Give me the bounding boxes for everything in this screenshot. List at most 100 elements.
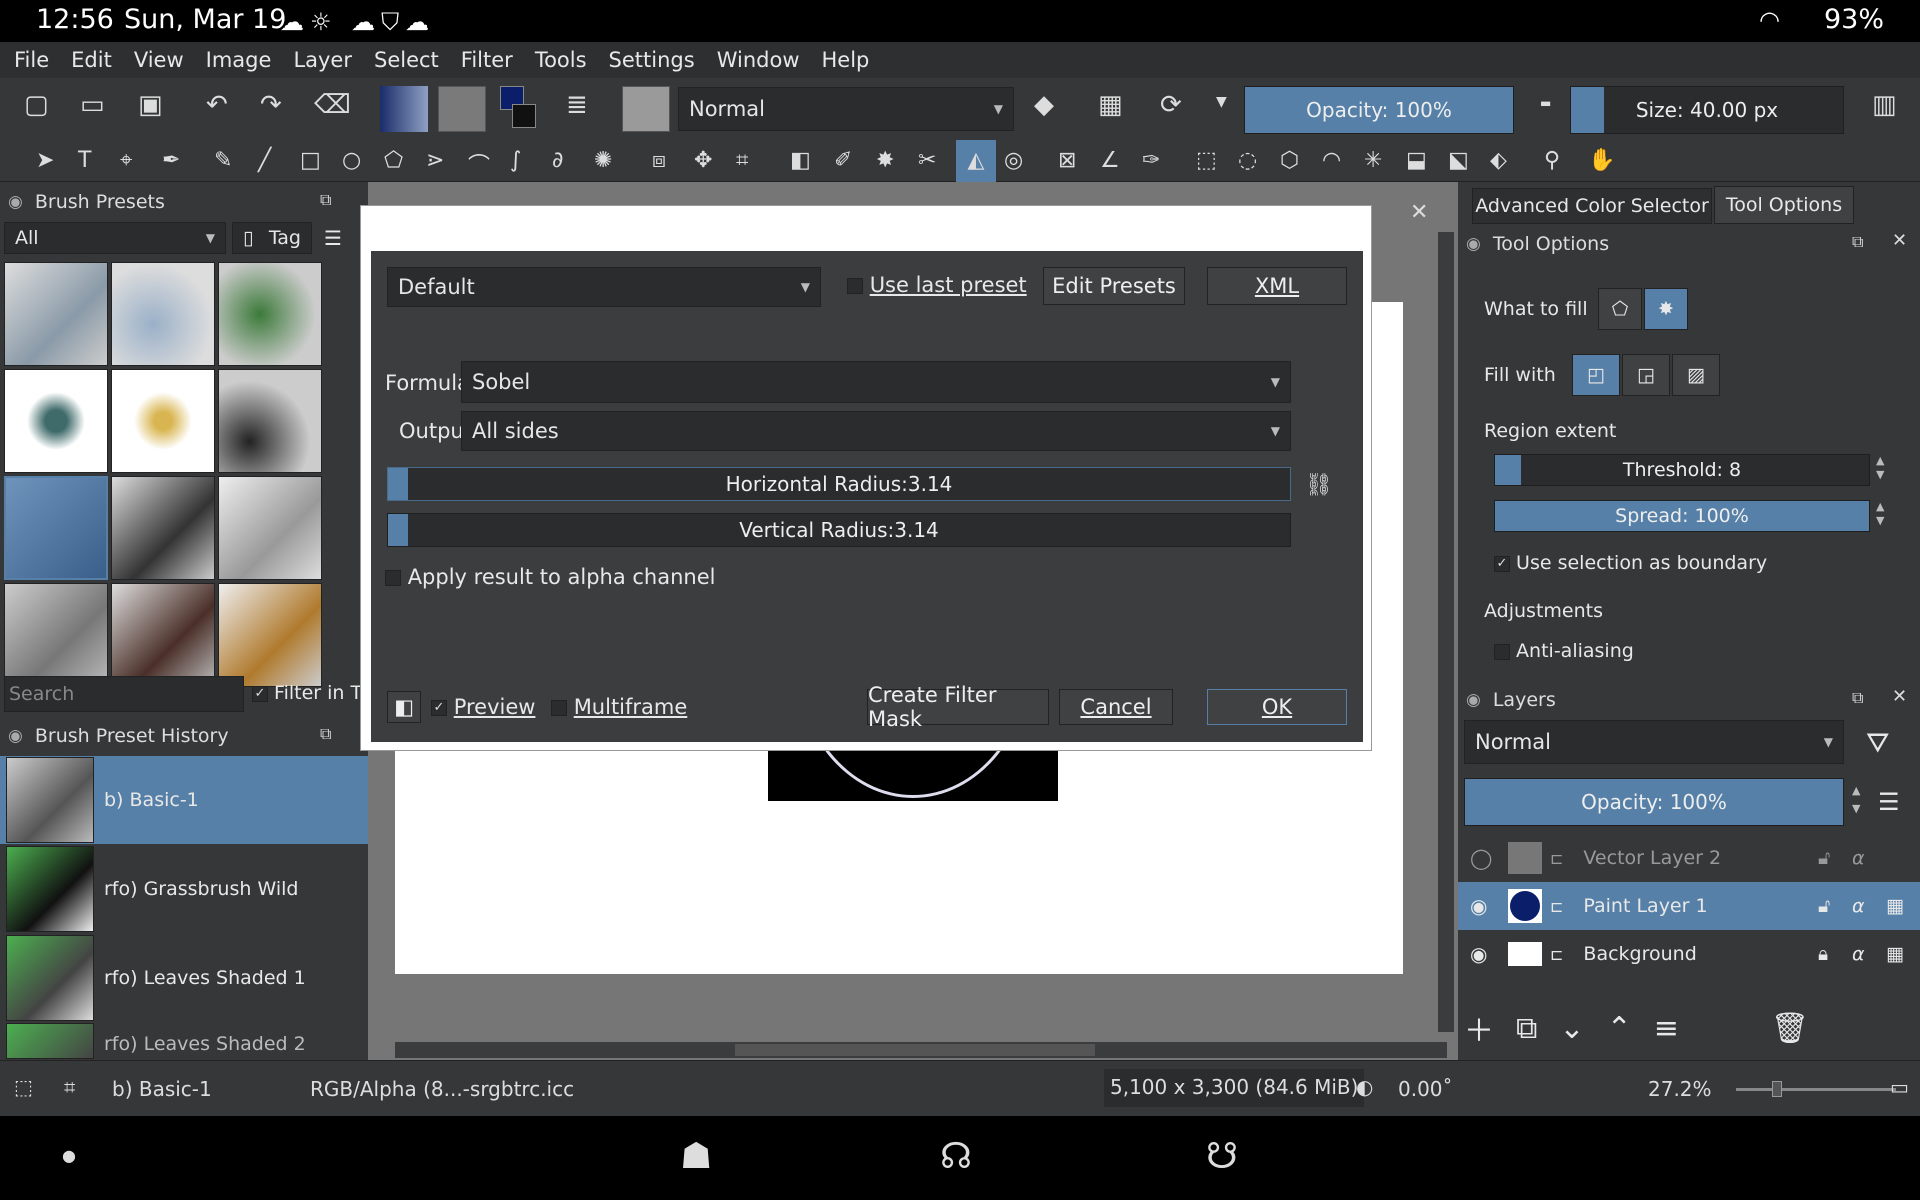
menu-icon[interactable]: ☰ xyxy=(1878,788,1900,816)
similar-select-icon[interactable]: ⬓ xyxy=(1406,148,1427,173)
preset-thumb-3[interactable] xyxy=(218,262,322,366)
cat-icon[interactable]: ☊ xyxy=(940,1136,972,1177)
layer-name[interactable]: Vector Layer 2 xyxy=(1583,847,1721,869)
add-layer-icon[interactable]: ＋ xyxy=(1464,1006,1494,1050)
preset-thumb-9[interactable] xyxy=(218,476,322,580)
fill-contiguous-button[interactable]: ✸ xyxy=(1644,288,1688,330)
menu-view[interactable]: View xyxy=(134,48,184,72)
output-select[interactable]: All sides ▼ xyxy=(461,411,1291,451)
history-item[interactable]: b) Basic-1 xyxy=(0,756,368,844)
float-icon[interactable]: ⧉ xyxy=(1852,232,1863,252)
preset-thumb-4[interactable] xyxy=(4,369,108,473)
polygon-select-icon[interactable]: ⬡ xyxy=(1280,148,1299,173)
preset-thumb-8[interactable] xyxy=(111,476,215,580)
preset-thumb-5[interactable] xyxy=(111,369,215,473)
layer-row[interactable]: ◯ ⊏ Vector Layer 2 🔓︎ α xyxy=(1458,834,1920,882)
colorize-mask-icon[interactable]: ✸ xyxy=(876,148,894,173)
freehand-brush-icon[interactable]: ✎ xyxy=(214,148,232,173)
move-down-icon[interactable]: ⌄ xyxy=(1559,1011,1584,1046)
dot-icon[interactable]: ● xyxy=(62,1146,76,1165)
zoom-tool-icon[interactable]: ⚲ xyxy=(1544,148,1560,173)
opacity-slider[interactable]: Opacity: 100% xyxy=(1244,86,1514,134)
pattern-swatch[interactable] xyxy=(438,86,486,132)
close-icon[interactable]: ✕ xyxy=(1410,200,1428,225)
blend-mode-select[interactable]: Normal ▼ xyxy=(678,87,1014,131)
spread-slider[interactable]: Spread: 100% xyxy=(1494,500,1870,532)
canvas-only-icon[interactable]: ▭ xyxy=(1890,1075,1909,1099)
fill-pattern-button[interactable]: ▨ xyxy=(1672,354,1720,396)
smart-patch-icon[interactable]: ✂ xyxy=(918,148,936,173)
dynamic-brush-icon[interactable]: ∂ xyxy=(552,148,563,173)
measure-tool-icon[interactable]: ∠ xyxy=(1100,148,1120,173)
select-shape-icon[interactable]: ➤ xyxy=(36,148,54,173)
save-icon[interactable]: ▣ xyxy=(138,90,163,120)
menu-settings[interactable]: Settings xyxy=(609,48,695,72)
layer-opacity-spinner[interactable]: ▲ ▼ xyxy=(1852,782,1860,818)
preset-thumb-11[interactable] xyxy=(111,583,215,687)
eye-icon[interactable]: ◉ xyxy=(1470,894,1500,918)
animal-icon[interactable]: ☋ xyxy=(1206,1136,1238,1177)
line-tool-icon[interactable]: ╱ xyxy=(258,148,271,173)
brush-settings-icon[interactable]: ≣ xyxy=(566,90,588,120)
link-radius-icon[interactable]: ⛓ xyxy=(1305,473,1333,498)
layer-name[interactable]: Background xyxy=(1583,943,1696,965)
brush-preset-thumb[interactable] xyxy=(622,86,670,132)
paw-icon[interactable]: ☗ xyxy=(680,1136,712,1177)
fill-fg-button[interactable]: ◰ xyxy=(1572,354,1620,396)
undo-icon[interactable]: ↶ xyxy=(206,90,228,120)
create-filter-mask-button[interactable]: Create Filter Mask xyxy=(867,683,1049,731)
rect-select-icon[interactable]: ⬚ xyxy=(1196,148,1217,173)
gradient-swatch[interactable] xyxy=(380,86,428,132)
move-tool-icon[interactable]: ✥ xyxy=(694,148,712,173)
use-selection-checkbox[interactable]: ✓ Use selection as boundary xyxy=(1494,552,1767,574)
new-document-icon[interactable]: ▢ xyxy=(24,90,49,120)
menu-window[interactable]: Window xyxy=(717,48,800,72)
layer-row[interactable]: ◉ ⊏ Paint Layer 1 🔓︎ α ▦ xyxy=(1458,882,1920,930)
close-icon[interactable]: ✕ xyxy=(1892,686,1907,707)
color-picker-icon[interactable]: ✐ xyxy=(834,148,852,173)
rectangle-tool-icon[interactable]: □ xyxy=(300,148,321,173)
eye-icon[interactable]: ◉ xyxy=(1470,942,1500,966)
polygon-tool-icon[interactable]: ⬠ xyxy=(384,148,403,173)
horizontal-radius-slider[interactable]: Horizontal Radius:3.14 xyxy=(387,467,1291,501)
ellipse-tool-icon[interactable]: ○ xyxy=(342,148,361,173)
background-color[interactable] xyxy=(512,104,536,128)
horizontal-scrollbar[interactable] xyxy=(395,1042,1447,1058)
formula-select[interactable]: Sobel ▼ xyxy=(461,361,1291,403)
lock-icon[interactable]: ◉ xyxy=(1466,234,1481,254)
polyline-tool-icon[interactable]: ⋗ xyxy=(426,148,444,173)
filter-in-tag-checkbox[interactable]: ✓ Filter in Ta xyxy=(252,682,371,704)
tab-advanced-color-selector[interactable]: Advanced Color Selector xyxy=(1472,188,1712,224)
zoom-slider[interactable] xyxy=(1736,1081,1896,1097)
xml-button[interactable]: XML xyxy=(1207,267,1347,305)
vertical-scrollbar[interactable] xyxy=(1438,232,1454,1032)
fill-selection-button[interactable]: ⬠ xyxy=(1598,288,1642,330)
preset-thumb-6[interactable] xyxy=(218,369,322,473)
multiframe-checkbox[interactable]: Multiframe xyxy=(551,695,687,719)
duplicate-layer-icon[interactable]: ⧉ xyxy=(1516,1011,1537,1046)
threshold-spinner[interactable]: ▲ ▼ xyxy=(1876,454,1884,482)
transform-tool-icon[interactable]: ⧈ xyxy=(652,148,666,173)
size-slider[interactable]: Size: 40.00 px xyxy=(1570,86,1844,134)
pan-tool-icon[interactable]: ✋ xyxy=(1588,148,1615,173)
lock-icon[interactable]: ◉ xyxy=(8,192,23,212)
alpha-icon[interactable]: α xyxy=(1852,847,1865,869)
hidden-eye-icon[interactable]: ◯ xyxy=(1470,846,1500,870)
layer-opacity-slider[interactable]: Opacity: 100% xyxy=(1464,778,1844,826)
eraser-icon[interactable]: ◆ xyxy=(1034,90,1054,120)
spread-spinner[interactable]: ▲ ▼ xyxy=(1876,500,1884,528)
delete-layer-icon[interactable]: 🗑︎ xyxy=(1771,1011,1809,1046)
float-icon[interactable]: ⧉ xyxy=(320,190,331,210)
dimensions-label[interactable]: 5,100 x 3,300 (84.6 MiB) xyxy=(1104,1069,1365,1107)
edit-shapes-icon[interactable]: ⌖ xyxy=(120,148,132,173)
bezier-tool-icon[interactable]: ⌒ xyxy=(468,148,490,180)
ellipse-select-icon[interactable]: ◌ xyxy=(1238,148,1257,173)
freehand-select-icon[interactable]: ◠ xyxy=(1322,148,1341,173)
open-folder-icon[interactable]: ▭ xyxy=(80,90,105,120)
preset-thumb-7[interactable] xyxy=(4,476,108,580)
float-icon[interactable]: ⧉ xyxy=(320,724,331,744)
lock-icon[interactable]: 🔓︎ xyxy=(1818,847,1830,869)
lock-icon[interactable]: ◉ xyxy=(1466,690,1481,710)
float-icon[interactable]: ⧉ xyxy=(1852,688,1863,708)
workspace-icon[interactable]: ▥ xyxy=(1872,90,1897,120)
